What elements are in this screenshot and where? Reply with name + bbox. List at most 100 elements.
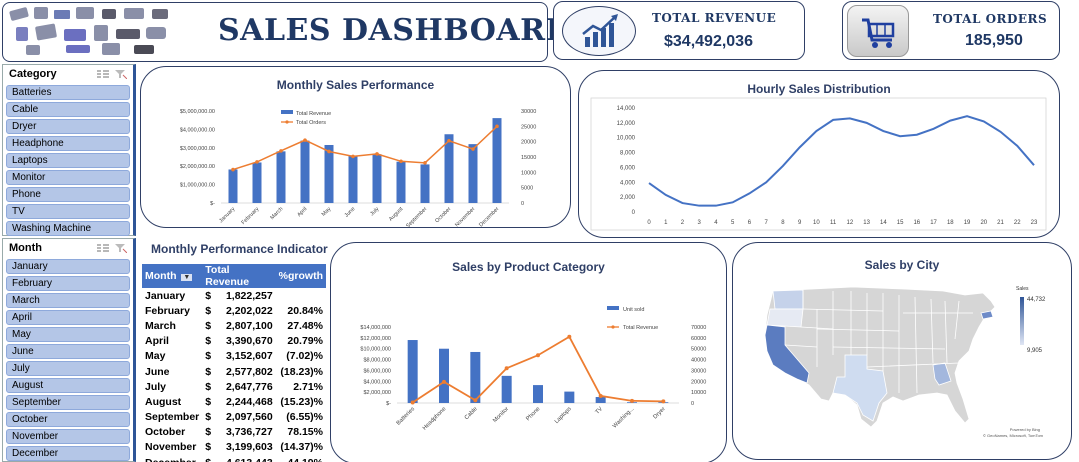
revenue-point — [473, 398, 478, 403]
revenue-bar — [324, 144, 334, 203]
slicer-item-april[interactable]: April — [6, 310, 130, 325]
clear-filter-icon[interactable] — [115, 243, 127, 253]
month-slicer: Month January February March April May June Ju… — [2, 238, 136, 462]
clear-filter-icon[interactable] — [115, 69, 127, 79]
slicer-item-december[interactable]: December — [6, 446, 130, 461]
row-revenue: $2,647,776 — [205, 380, 273, 393]
x-tick-label: April — [296, 206, 308, 218]
x-tick-label: 15 — [897, 220, 904, 226]
y-right-tick-label: 15000 — [521, 155, 536, 161]
category-slicer: Category Batteries Cable Dryer Headphone Lap… — [2, 64, 136, 236]
slicer-item-dryer[interactable]: Dryer — [6, 119, 130, 134]
category-slicer-title: Category — [9, 68, 57, 80]
map-credit-2: © GeoNames, Microsoft, TomTom — [983, 433, 1044, 438]
x-tick-label: 4 — [714, 220, 718, 226]
x-tick-label: June — [344, 206, 357, 219]
slicer-item-headphone[interactable]: Headphone — [6, 136, 130, 151]
row-month: May — [145, 350, 166, 363]
x-tick-label: 20 — [980, 220, 987, 226]
x-tick-label: 1 — [664, 220, 668, 226]
y-right-tick-label: 70000 — [691, 325, 706, 331]
units-bar — [407, 340, 418, 403]
x-tick-label: Dryer — [652, 406, 666, 420]
row-revenue: $2,807,100 — [205, 319, 273, 332]
slicer-item-batteries[interactable]: Batteries — [6, 85, 130, 100]
product-category-card: Sales by Product Category $- $2,000,000 $4… — [330, 242, 727, 462]
multi-select-icon[interactable] — [97, 243, 109, 253]
revenue-point — [567, 334, 572, 339]
row-growth: (18.23)% — [280, 365, 323, 378]
legend-label-revenue: Total Revenue — [623, 325, 658, 331]
y-right-tick-label: 25000 — [521, 124, 536, 130]
y-tick-label: 8,000 — [620, 151, 636, 157]
map-legend-min: 9,905 — [1027, 348, 1043, 354]
y-tick-label: 4,000 — [620, 180, 636, 186]
y-left-tick-label: $3,000,000.00 — [180, 146, 215, 152]
slicer-item-september[interactable]: September — [6, 395, 130, 410]
slicer-item-washing-machine[interactable]: Washing Machine — [6, 221, 130, 236]
row-month: July — [145, 380, 167, 393]
row-revenue: $3,736,727 — [205, 426, 273, 439]
row-revenue: $1,822,257 — [205, 289, 273, 302]
revenue-point — [442, 379, 446, 384]
total-orders-value: 185,950 — [965, 32, 1023, 49]
y-right-tick-label: 30000 — [521, 109, 536, 115]
slicer-item-july[interactable]: July — [6, 361, 130, 376]
units-bar — [501, 375, 512, 403]
y-left-tick-label: $2,000,000 — [363, 390, 391, 396]
row-growth: 27.48% — [287, 319, 323, 332]
table-row: January $1,822,257 — [142, 288, 326, 303]
y-tick-label: 2,000 — [620, 195, 636, 201]
slicer-item-january[interactable]: January — [6, 259, 130, 274]
x-tick-label: 6 — [748, 220, 752, 226]
slicer-item-laptops[interactable]: Laptops — [6, 153, 130, 168]
month-slicer-items: January February March April May June July Augu… — [3, 259, 133, 461]
x-tick-label: March — [269, 206, 284, 221]
multi-select-icon[interactable] — [97, 69, 109, 79]
slicer-item-october[interactable]: October — [6, 412, 130, 427]
hourly-line — [648, 115, 1035, 207]
x-tick-label: January — [218, 206, 236, 224]
mpi-title: Monthly Performance Indicator — [151, 242, 328, 256]
orders-point — [495, 124, 499, 129]
slicer-item-may[interactable]: May — [6, 327, 130, 342]
orders-point — [279, 149, 283, 153]
table-row: November $3,199,603 (14.37)% — [142, 440, 326, 455]
slicer-item-june[interactable]: June — [6, 344, 130, 359]
total-revenue-card: TOTAL REVENUE $34,492,036 — [553, 1, 805, 60]
mpi-col-month[interactable]: Month ▼ — [142, 264, 203, 288]
row-month: August — [145, 395, 182, 408]
x-tick-label: 5 — [731, 220, 735, 226]
row-growth: 20.79% — [287, 335, 323, 348]
legend-label-orders: Total Orders — [296, 120, 326, 126]
y-right-tick-label: 0 — [521, 201, 524, 207]
slicer-item-cable[interactable]: Cable — [6, 102, 130, 117]
revenue-bar — [276, 151, 286, 203]
table-row: October $3,736,727 78.15% — [142, 425, 326, 440]
total-orders-card: TOTAL ORDERS 185,950 — [842, 1, 1060, 60]
row-month: June — [145, 365, 170, 378]
row-month: September — [145, 411, 200, 424]
slicer-item-march[interactable]: March — [6, 293, 130, 308]
x-tick-label: July — [369, 206, 380, 217]
slicer-item-tv[interactable]: TV — [6, 204, 130, 219]
row-revenue: $3,152,607 — [205, 350, 273, 363]
category-slicer-header: Category — [3, 65, 133, 83]
x-tick-label: 16 — [913, 220, 920, 226]
y-right-tick-label: 20000 — [691, 379, 706, 385]
slicer-item-monitor[interactable]: Monitor — [6, 170, 130, 185]
oregon-state — [766, 308, 804, 328]
mpi-body: January $1,822,257 February $2,202,022 20.84… — [142, 288, 326, 462]
x-tick-label: August — [388, 206, 405, 223]
slicer-item-phone[interactable]: Phone — [6, 187, 130, 202]
dropdown-icon[interactable]: ▼ — [181, 274, 193, 281]
slicer-item-august[interactable]: August — [6, 378, 130, 393]
slicer-item-november[interactable]: November — [6, 429, 130, 444]
units-bar — [564, 391, 575, 403]
total-orders-label: TOTAL ORDERS — [933, 12, 1048, 26]
legend-label-units: Unit sold — [623, 307, 644, 313]
x-tick-label: 13 — [863, 220, 870, 226]
y-left-tick-label: $8,000,000 — [363, 358, 391, 364]
row-growth: 78.15% — [287, 426, 323, 439]
slicer-item-february[interactable]: February — [6, 276, 130, 291]
